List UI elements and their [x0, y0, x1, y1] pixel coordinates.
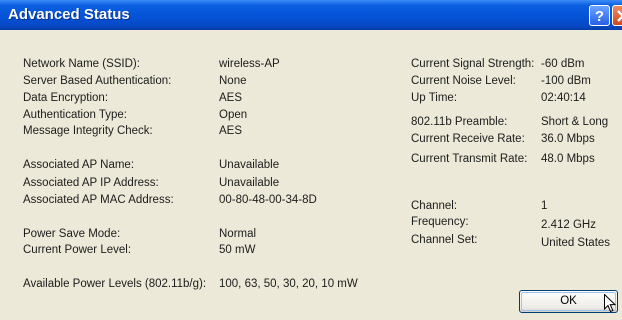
power-save-value: Normal	[219, 228, 257, 240]
mic-label: Message Integrity Check:	[23, 125, 153, 137]
data-encryption-label: Data Encryption:	[23, 92, 109, 104]
advanced-status-dialog: Advanced Status ? Network Name (SSID): w…	[0, 0, 622, 320]
server-auth-value: None	[219, 75, 247, 87]
ap-ip-label: Associated AP IP Address:	[23, 177, 159, 189]
channel-value: 1	[541, 200, 548, 212]
channel-set-value: United States	[541, 237, 611, 249]
ap-mac-value: 00-80-48-00-34-8D	[219, 194, 317, 206]
power-save-label: Power Save Mode:	[23, 228, 121, 240]
preamble-value: Short & Long	[541, 116, 609, 128]
ssid-value: wireless-AP	[219, 58, 280, 70]
title-bar[interactable]: Advanced Status ?	[0, 0, 622, 30]
transmit-rate-value: 48.0 Mbps	[541, 153, 595, 165]
mic-value: AES	[219, 125, 243, 137]
ap-name-label: Associated AP Name:	[23, 159, 135, 171]
auth-type-label: Authentication Type:	[23, 109, 127, 121]
signal-strength-label: Current Signal Strength:	[411, 58, 535, 70]
frequency-label: Frequency:	[411, 216, 469, 228]
frequency-value: 2.412 GHz	[541, 219, 596, 231]
ap-ip-value: Unavailable	[219, 177, 280, 189]
power-level-value: 50 mW	[219, 244, 256, 256]
data-encryption-value: AES	[219, 92, 243, 104]
power-level-label: Current Power Level:	[23, 244, 132, 256]
preamble-label: 802.11b Preamble:	[411, 116, 508, 128]
server-auth-label: Server Based Authentication:	[23, 75, 172, 87]
power-levels-label: Available Power Levels (802.11b/g):	[23, 278, 207, 290]
noise-level-value: -100 dBm	[541, 75, 591, 87]
up-time-label: Up Time:	[411, 92, 458, 104]
noise-level-label: Current Noise Level:	[411, 75, 516, 87]
receive-rate-label: Current Receive Rate:	[411, 133, 525, 145]
auth-type-value: Open	[219, 109, 248, 121]
receive-rate-value: 36.0 Mbps	[541, 133, 595, 145]
channel-set-label: Channel Set:	[411, 234, 478, 246]
channel-label: Channel:	[411, 200, 458, 212]
close-icon	[617, 10, 622, 22]
transmit-rate-label: Current Transmit Rate:	[411, 153, 528, 165]
signal-strength-value: -60 dBm	[541, 58, 585, 70]
close-button[interactable]	[612, 5, 622, 26]
mouse-pointer-icon	[604, 294, 616, 313]
power-levels-value: 100, 63, 50, 30, 20, 10 mW	[219, 278, 358, 290]
ap-name-value: Unavailable	[219, 159, 280, 171]
ap-mac-label: Associated AP MAC Address:	[23, 194, 174, 206]
help-button[interactable]: ?	[589, 5, 610, 26]
up-time-value: 02:40:14	[541, 92, 586, 104]
ssid-label: Network Name (SSID):	[23, 58, 140, 70]
window-title: Advanced Status	[8, 6, 130, 23]
